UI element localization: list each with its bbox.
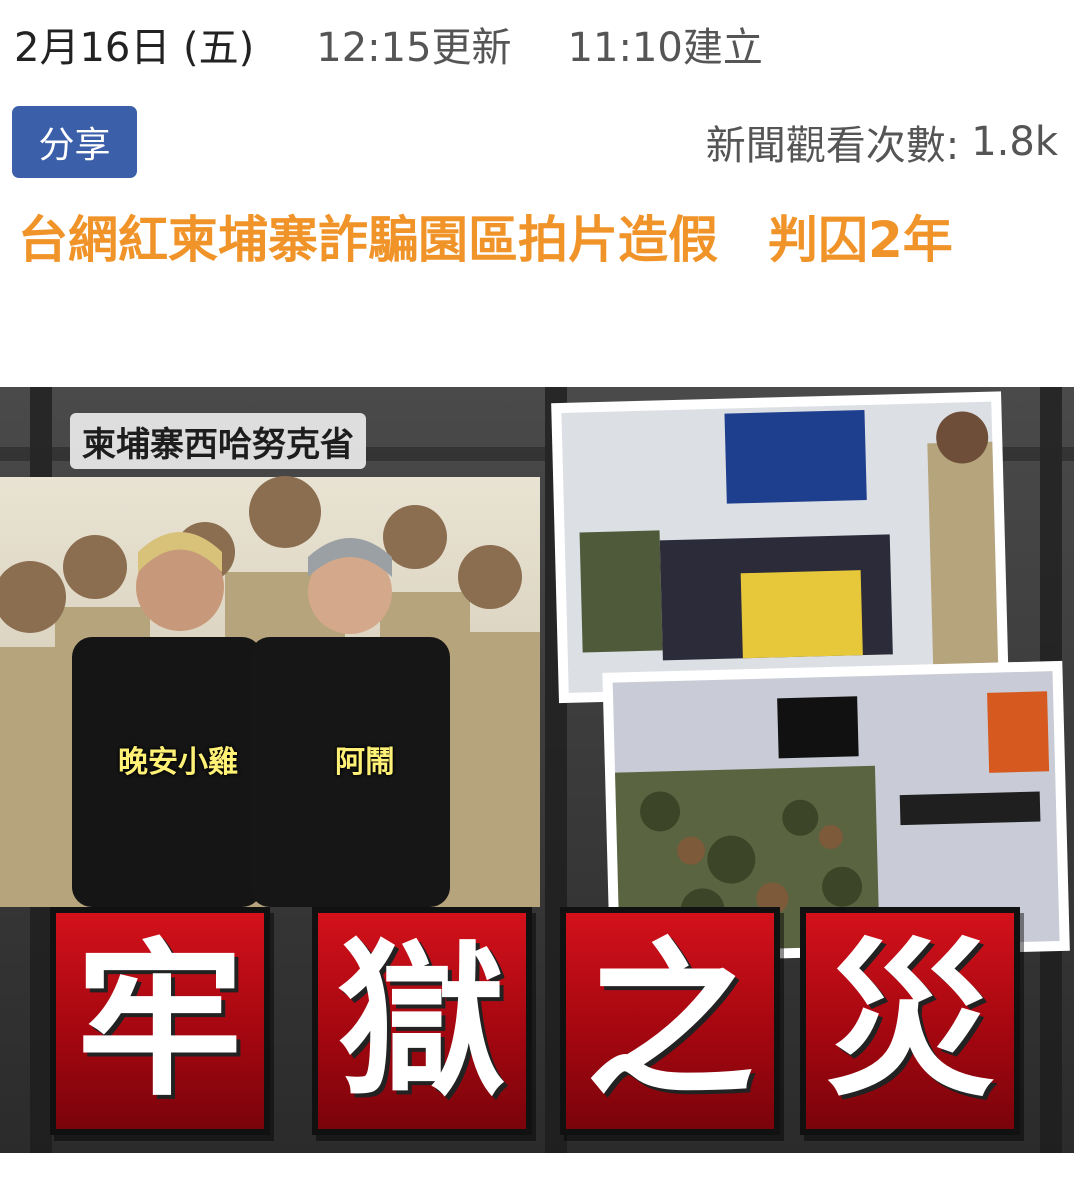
- article-headline: 台網紅柬埔寨詐騙園區拍片造假 判囚2年: [18, 211, 953, 269]
- banner-char: 獄: [338, 923, 506, 1119]
- view-count-value: 1.8k: [971, 119, 1058, 165]
- created-time: 11:10建立: [567, 25, 763, 71]
- banner-char-box: 災: [800, 907, 1020, 1135]
- name-tag-second: 阿鬧: [335, 745, 395, 780]
- view-count-label: 新聞觀看次數:: [705, 123, 960, 169]
- updated-time: 12:15更新: [316, 25, 512, 71]
- view-count: 新聞觀看次數: 1.8k: [706, 112, 1058, 172]
- location-caption: 柬埔寨西哈努克省: [70, 413, 366, 469]
- name-tag-first: 晚安小雞: [118, 745, 238, 780]
- share-button[interactable]: 分享: [12, 106, 137, 178]
- prison-banner: 牢 獄 之 災: [50, 907, 1060, 1137]
- banner-char: 牢: [76, 923, 244, 1119]
- banner-char: 災: [826, 923, 994, 1119]
- article-hero-image[interactable]: 柬埔寨西哈努克省 晚安小雞 阿鬧 牢 獄 之 災: [0, 387, 1074, 1153]
- banner-char-box: 之: [560, 907, 780, 1135]
- publish-date: 2月16日 (五): [14, 25, 255, 71]
- banner-char-box: 獄: [312, 907, 532, 1135]
- banner-char: 之: [586, 923, 754, 1119]
- banner-char-box: 牢: [50, 907, 270, 1135]
- article-meta: 2月16日 (五) 12:15更新 11:10建立: [14, 14, 763, 74]
